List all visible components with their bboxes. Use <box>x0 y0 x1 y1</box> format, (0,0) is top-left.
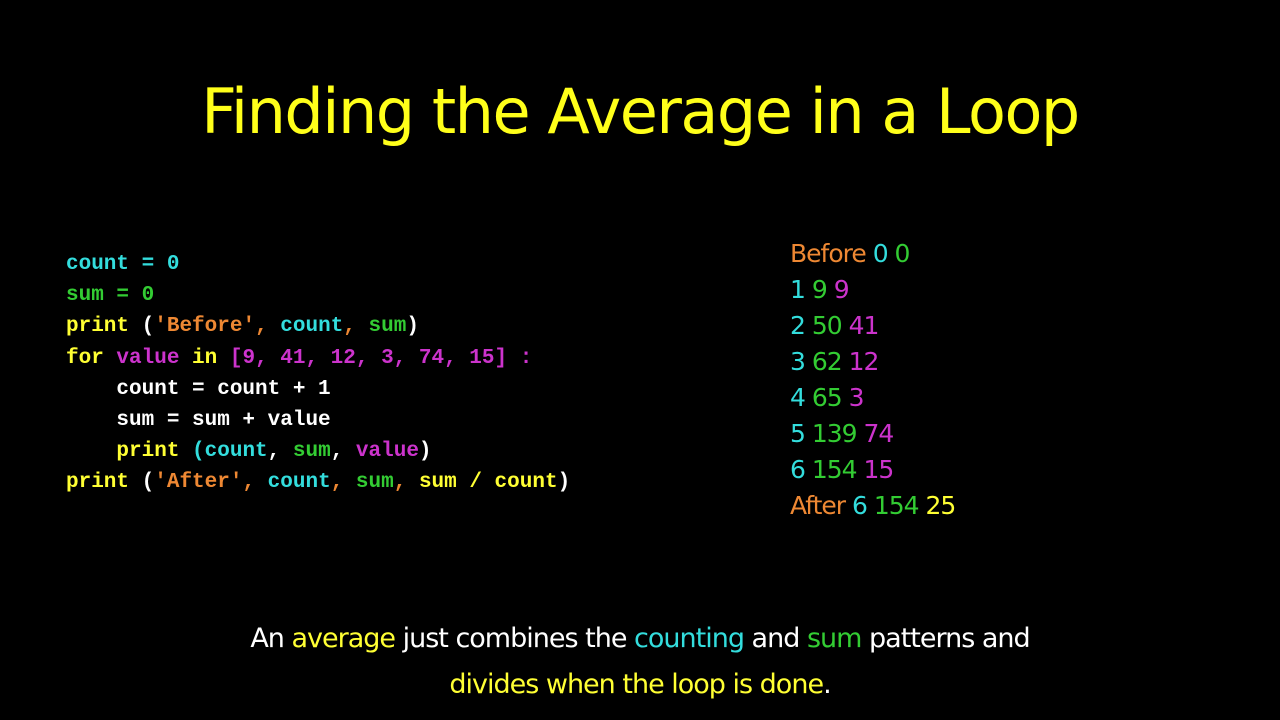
code-block-token: , <box>343 315 369 339</box>
code-block-token: ) <box>557 471 571 495</box>
program-output-line: After 6 154 25 <box>790 488 957 524</box>
program-output-token: 1 <box>790 275 812 304</box>
code-block-token: count <box>280 315 344 339</box>
code-block-token: sum = 0 <box>66 284 155 308</box>
program-output-token: 74 <box>863 419 895 448</box>
program-output-token: 15 <box>863 455 895 484</box>
program-output-token: 6 <box>790 455 812 484</box>
code-block-token: ( <box>141 315 155 339</box>
code-block-token: for <box>66 346 117 370</box>
code-block-token: sum = sum + value <box>66 408 331 432</box>
program-output-token: 154 <box>873 491 926 520</box>
program-output-token: 9 <box>811 275 834 304</box>
footer-token: average <box>291 623 396 654</box>
code-block-token: , <box>393 471 419 495</box>
program-output-token: 4 <box>790 383 812 412</box>
program-output-token: 65 <box>811 383 849 412</box>
code-block-line: count = 0 <box>66 249 570 280</box>
program-output-token: 3 <box>790 347 812 376</box>
program-output-line: 1 9 9 <box>790 272 955 308</box>
code-block-token: , <box>242 471 268 495</box>
footer-token: patterns and <box>861 623 1031 654</box>
program-output-token: Before <box>790 239 873 268</box>
program-output-token: 25 <box>925 491 957 520</box>
code-block-token: count <box>204 440 268 464</box>
code-block-token: ) <box>418 440 432 464</box>
code-block-token: , <box>267 440 293 464</box>
code-block-token: , <box>255 315 281 339</box>
code-block-token: [9, 41, 12, 3, 74, 15] : <box>229 346 533 370</box>
code-block-line: count = count + 1 <box>66 374 570 405</box>
program-output-token: 5 <box>790 419 812 448</box>
program-output-line: 6 154 15 <box>790 452 955 488</box>
footer-line-1: An average just combines the counting an… <box>0 616 1280 662</box>
code-block-token: value <box>116 346 193 370</box>
program-output-line: 2 50 41 <box>790 308 955 344</box>
code-block-token: 'After' <box>154 471 243 495</box>
code-block-token: in <box>192 346 230 370</box>
program-output-token: 9 <box>833 275 850 304</box>
code-block-token: value <box>355 440 419 464</box>
code-block-line: print ('Before', count, sum) <box>66 311 570 342</box>
footer-token: sum <box>806 623 862 654</box>
code-block-token: , <box>330 471 356 495</box>
footer-token: just combines the <box>395 623 635 654</box>
code-block-token: count = 0 <box>66 253 180 276</box>
program-output: Before 0 01 9 92 50 41 3 62 12 4 65 35 139… <box>790 236 957 524</box>
code-block-token: sum <box>368 315 407 339</box>
code-block-token: sum <box>355 471 394 495</box>
code-block-token: print <box>66 315 142 339</box>
footer-token: . <box>823 669 832 700</box>
footer-token: An <box>250 623 292 654</box>
code-block-token: ( <box>192 440 205 464</box>
program-output-token: 2 <box>790 311 812 340</box>
footer-token: counting <box>634 623 745 654</box>
program-output-token: 0 <box>872 239 895 268</box>
program-output-token: 154 <box>811 455 864 484</box>
code-block-line: sum = 0 <box>66 280 570 311</box>
code-block-token: ( <box>141 471 155 495</box>
slide-footer-note: An average just combines the counting an… <box>0 616 1280 708</box>
code-block-token: print <box>66 471 142 495</box>
code-block-token: ) <box>406 315 419 339</box>
footer-token: and <box>743 623 807 654</box>
code-block-token: sum / count <box>418 471 558 495</box>
code-block-token: 'Before' <box>154 315 256 339</box>
program-output-token: After <box>790 491 852 520</box>
program-output-token: 50 <box>811 311 849 340</box>
code-block-line: print (count, sum, value) <box>66 436 570 467</box>
program-output-line: Before 0 0 <box>790 236 955 272</box>
program-output-token: 12 <box>848 347 880 376</box>
program-output-line: 4 65 3 <box>790 380 955 416</box>
code-block-line: sum = sum + value <box>66 405 570 436</box>
program-output-token: 6 <box>851 491 874 520</box>
code-block-token: sum <box>292 440 331 464</box>
code-block-token: , <box>330 440 356 464</box>
program-output-token: 0 <box>894 239 911 268</box>
program-output-token: 139 <box>811 419 864 448</box>
program-output-line: 3 62 12 <box>790 344 955 380</box>
code-block-line: print ('After', count, sum, sum / count) <box>66 467 570 498</box>
code-block: count = 0 sum = 0 print ('Before', count, … <box>66 249 570 499</box>
code-block-token: count <box>267 471 331 495</box>
slide-title: Finding the Average in a Loop <box>201 75 1080 148</box>
program-output-token: 3 <box>848 383 865 412</box>
footer-line-2: divides when the loop is done. <box>0 662 1280 708</box>
code-block-token: print <box>66 440 193 464</box>
program-output-token: 62 <box>811 347 849 376</box>
footer-token: divides when the loop is done <box>449 669 824 700</box>
code-block-line: for value in [9, 41, 12, 3, 74, 15] : <box>66 343 570 374</box>
code-block-token: count = count + 1 <box>66 377 331 401</box>
program-output-line: 5 139 74 <box>790 416 955 452</box>
program-output-token: 41 <box>848 311 880 340</box>
